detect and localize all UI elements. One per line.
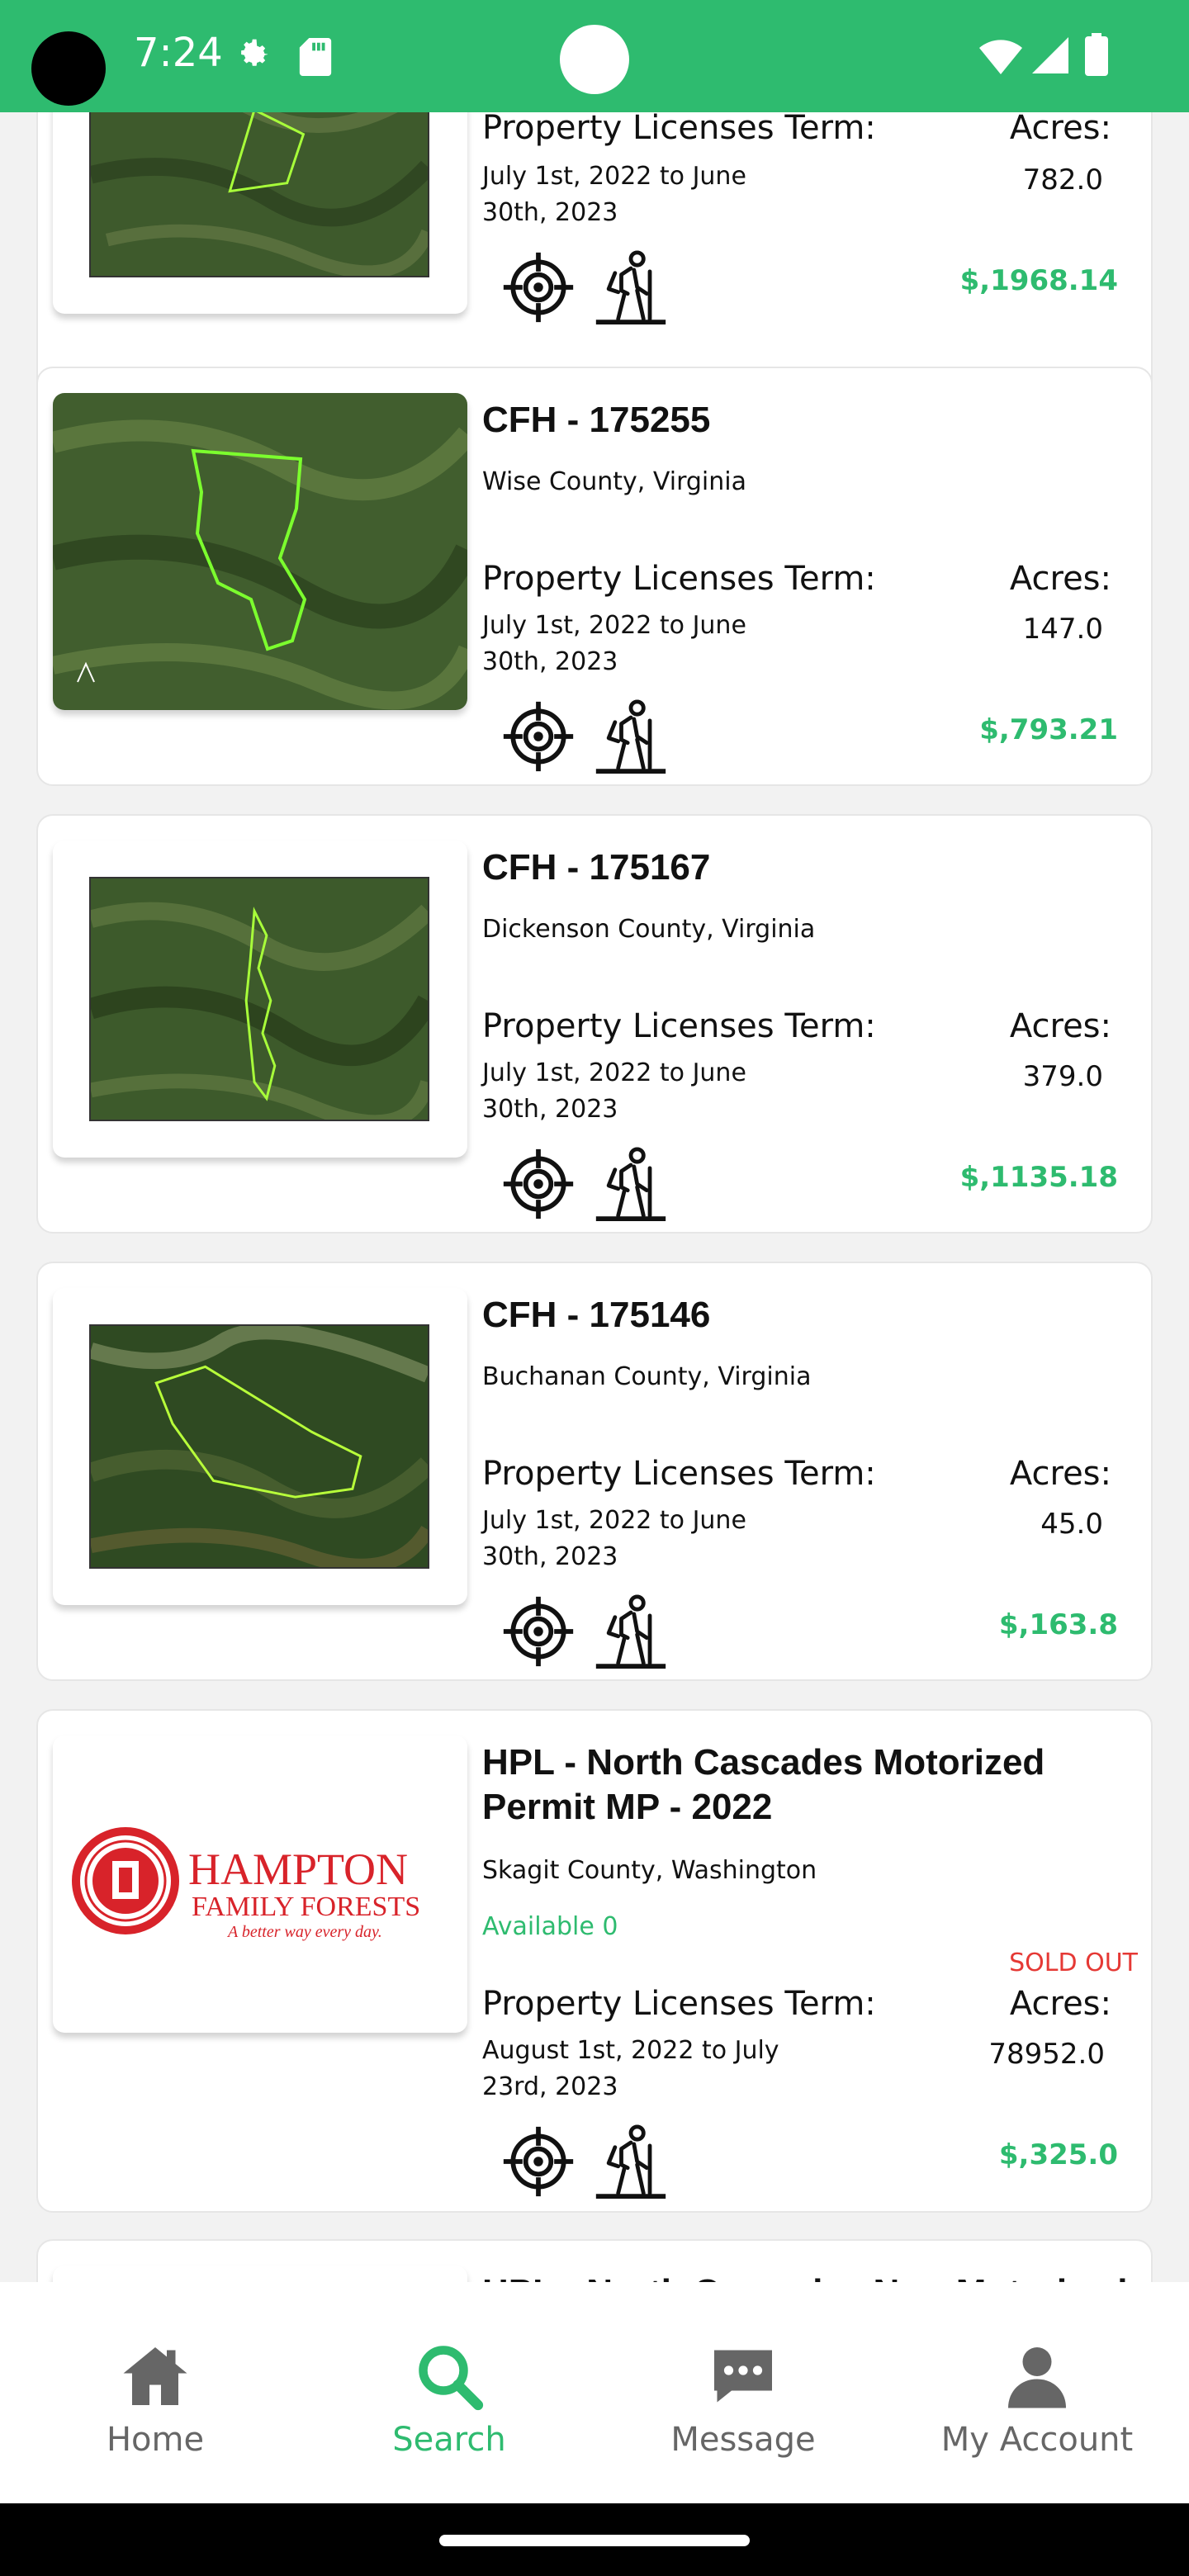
battery-icon (1085, 33, 1108, 76)
home-icon (123, 2347, 187, 2405)
system-gesture-bar (0, 2503, 1189, 2576)
nav-search-label: Search (392, 2421, 506, 2459)
satellite-map-image (91, 1326, 428, 1567)
signal-icon (1032, 37, 1068, 73)
satellite-map-image (91, 112, 428, 276)
acres-label: Acres: (1009, 1455, 1111, 1493)
nav-message-label: Message (670, 2421, 816, 2459)
listing-title[interactable]: CFH - 175146 (482, 1293, 1126, 1338)
nav-home[interactable]: Home (7, 2282, 304, 2503)
price: $,793.21 (979, 713, 1118, 746)
satellite-map-image (91, 878, 428, 1120)
wifi-icon (979, 40, 1022, 74)
listing-card[interactable]: CFH - 175146 Buchanan County, Virginia P… (36, 1262, 1153, 1681)
acres-label: Acres: (1009, 1985, 1111, 2023)
hiker-icon (595, 1147, 666, 1222)
nav-home-label: Home (106, 2421, 205, 2459)
listing-title[interactable]: CFH - 175167 (482, 845, 1126, 890)
price: $,1135.18 (959, 1161, 1118, 1194)
hiker-icon (595, 2124, 666, 2200)
acres-value: 147.0 (1022, 613, 1103, 646)
nav-my-account[interactable]: My Account (888, 2282, 1186, 2503)
settings-gear-icon (241, 39, 268, 66)
hiker-icon (595, 250, 666, 325)
home-gesture-handle[interactable] (439, 2535, 750, 2546)
acres-label: Acres: (1009, 560, 1111, 598)
term-label: Property Licenses Term: (482, 112, 876, 147)
hiker-icon (595, 1594, 666, 1669)
listing-card[interactable]: CFH - 175255 Wise County, Virginia Prope… (36, 367, 1153, 786)
svg-text:A better way every day.: A better way every day. (226, 1923, 382, 1941)
nav-message[interactable]: Message (594, 2282, 892, 2503)
acres-value: 782.0 (1022, 163, 1103, 197)
listing-card[interactable]: CFH - 175167 Dickenson County, Virginia … (36, 814, 1153, 1234)
listing-title[interactable]: HPL - North Cascades Non-Motorized (482, 2271, 1126, 2282)
message-icon (714, 2350, 772, 2403)
property-map-thumbnail[interactable] (53, 841, 467, 1158)
nav-my-account-label: My Account (940, 2421, 1134, 2459)
satellite-map-image (53, 393, 467, 710)
term-dates: July 1st, 2022 to June 30th, 2023 (482, 1506, 746, 1571)
listing-county: Buchanan County, Virginia (482, 1362, 812, 1391)
sold-out-badge: SOLD OUT (1009, 1949, 1138, 1977)
crosshair-hunting-icon (503, 1596, 574, 1667)
acres-value: 45.0 (1040, 1508, 1103, 1541)
price: $,163.8 (998, 1608, 1118, 1641)
term-label: Property Licenses Term: (482, 1007, 876, 1045)
term-label: Property Licenses Term: (482, 1985, 876, 2023)
property-map-thumbnail[interactable] (53, 393, 467, 710)
svg-text:HAMPTON: HAMPTON (188, 1844, 408, 1894)
listing-title[interactable]: CFH - 175255 (482, 398, 1126, 443)
listing-card[interactable]: HAMPTON FAMILY FORESTS A better way ever… (36, 1709, 1153, 2213)
search-icon (419, 2346, 484, 2411)
term-label: Property Licenses Term: (482, 560, 876, 598)
listing-scroll-area[interactable]: Property Licenses Term: Acres: July 1st,… (0, 112, 1189, 2282)
bottom-navigation: Home Search Message My Account (0, 2282, 1189, 2503)
listing-county: Skagit County, Washington (482, 1856, 817, 1885)
listing-title[interactable]: HPL - North Cascades Motorized Permit MP… (482, 1740, 1126, 1830)
acres-label: Acres: (1009, 112, 1111, 147)
availability-label: Available 0 (482, 1912, 618, 1941)
hampton-family-forests-logo: HAMPTON FAMILY FORESTS A better way ever… (72, 1827, 420, 1941)
term-dates: July 1st, 2022 to June 30th, 2023 (482, 1058, 746, 1124)
account-icon (1008, 2347, 1066, 2408)
hampton-logo-thumbnail[interactable]: HAMPTON FAMILY FORESTS A better way ever… (53, 1735, 467, 2033)
term-dates: July 1st, 2022 to June 30th, 2023 (482, 611, 746, 676)
price: $,1968.14 (959, 264, 1118, 297)
crosshair-hunting-icon (503, 252, 574, 323)
crosshair-hunting-icon (503, 1148, 574, 1219)
property-map-thumbnail[interactable] (53, 112, 467, 314)
crosshair-hunting-icon (503, 701, 574, 772)
camera-indicator (560, 25, 629, 94)
price: $,325.0 (998, 2138, 1118, 2171)
status-time: 7:24 (134, 30, 223, 76)
listing-county: Wise County, Virginia (482, 467, 746, 496)
svg-text:FAMILY FORESTS: FAMILY FORESTS (192, 1892, 420, 1922)
property-map-thumbnail[interactable] (53, 2266, 467, 2282)
nav-search[interactable]: Search (301, 2282, 598, 2503)
acres-value: 78952.0 (988, 2038, 1105, 2071)
listing-card[interactable]: HPL - North Cascades Non-Motorized (36, 2239, 1153, 2282)
term-dates: July 1st, 2022 to June 30th, 2023 (482, 162, 746, 227)
hiker-icon (595, 699, 666, 774)
front-camera-cutout (31, 31, 106, 106)
sd-card-icon (299, 38, 332, 76)
crosshair-hunting-icon (503, 2126, 574, 2197)
listing-county: Dickenson County, Virginia (482, 915, 816, 944)
acres-label: Acres: (1009, 1007, 1111, 1045)
term-dates: August 1st, 2022 to July 23rd, 2023 (482, 2036, 779, 2101)
property-map-thumbnail[interactable] (53, 1288, 467, 1605)
status-bar: 7:24 (0, 0, 1189, 112)
term-label: Property Licenses Term: (482, 1455, 876, 1493)
acres-value: 379.0 (1022, 1060, 1103, 1093)
